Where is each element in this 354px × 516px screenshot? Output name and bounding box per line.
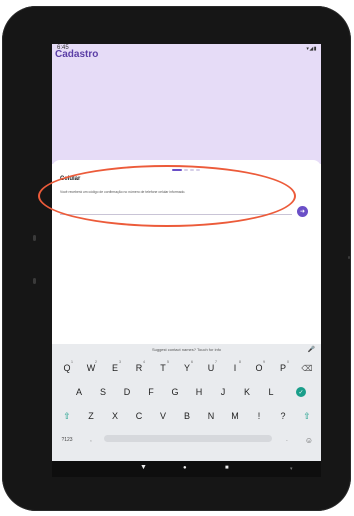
- key-i[interactable]: I8: [226, 359, 244, 377]
- keyboard-row-4: ?123 , . ☺: [52, 431, 321, 449]
- arrow-right-icon: ➜: [299, 209, 306, 215]
- comma-key[interactable]: ,: [82, 431, 100, 449]
- key-j[interactable]: J: [214, 383, 232, 401]
- status-bar: 6:45 ▾◢▮: [52, 44, 321, 56]
- key-z[interactable]: Z: [82, 407, 100, 425]
- emoji-key[interactable]: ☺: [300, 431, 318, 449]
- recents-icon[interactable]: ■: [225, 465, 229, 471]
- android-nav-bar: ▼ ● ■ ▾: [52, 461, 321, 477]
- emoji-icon: ☺: [304, 435, 314, 445]
- device-button: [33, 278, 36, 284]
- key-q[interactable]: Q1: [58, 359, 76, 377]
- enter-key[interactable]: ✓: [292, 383, 310, 401]
- keyboard-row-3: ⇧ Z X C V B N M ! ? ⇧: [52, 407, 321, 425]
- key-l[interactable]: L: [262, 383, 280, 401]
- backspace-icon: ⌫: [301, 363, 313, 373]
- highlight-ellipse-annotation: [38, 165, 296, 227]
- space-key[interactable]: [104, 435, 272, 442]
- key-p[interactable]: P0: [274, 359, 292, 377]
- device-button: [33, 235, 36, 241]
- key-o[interactable]: O9: [250, 359, 268, 377]
- keyboard-row-1: Q1 W2 E3 R4 T5 Y6 U7 I8 O9 P0 ⌫: [52, 359, 321, 377]
- on-screen-keyboard: Suggest contact names? Touch for info 🎤 …: [52, 344, 321, 461]
- next-button[interactable]: ➜: [297, 206, 308, 217]
- shift-icon: ⇧: [63, 410, 71, 421]
- key-n[interactable]: N: [202, 407, 220, 425]
- checkmark-icon: ✓: [296, 387, 306, 397]
- key-s[interactable]: S: [94, 383, 112, 401]
- shift-key-left[interactable]: ⇧: [58, 407, 76, 425]
- app-header: Cadastro: [52, 44, 321, 164]
- key-b[interactable]: B: [178, 407, 196, 425]
- device-screen: Cadastro 6:45 ▾◢▮ Celular Você receberá …: [52, 44, 321, 477]
- symbols-key[interactable]: ?123: [56, 431, 78, 449]
- microphone-icon[interactable]: 🎤: [308, 346, 315, 353]
- system-status-icons: ▾◢▮: [306, 46, 317, 52]
- key-m[interactable]: M: [226, 407, 244, 425]
- key-u[interactable]: U7: [202, 359, 220, 377]
- keyboard-row-2: A S D F G H J K L ✓: [52, 383, 321, 401]
- key-t[interactable]: T5: [154, 359, 172, 377]
- shift-icon: ⇧: [303, 410, 311, 421]
- backspace-key[interactable]: ⌫: [298, 359, 316, 377]
- key-question[interactable]: ?: [274, 407, 292, 425]
- key-v[interactable]: V: [154, 407, 172, 425]
- key-e[interactable]: E3: [106, 359, 124, 377]
- key-x[interactable]: X: [106, 407, 124, 425]
- key-y[interactable]: Y6: [178, 359, 196, 377]
- key-f[interactable]: F: [142, 383, 160, 401]
- key-c[interactable]: C: [130, 407, 148, 425]
- key-exclamation[interactable]: !: [250, 407, 268, 425]
- back-icon[interactable]: ▼: [140, 464, 147, 471]
- key-r[interactable]: R4: [130, 359, 148, 377]
- period-key[interactable]: .: [278, 431, 296, 449]
- home-icon[interactable]: ●: [183, 465, 187, 471]
- shift-key-right[interactable]: ⇧: [298, 407, 316, 425]
- key-a[interactable]: A: [70, 383, 88, 401]
- key-k[interactable]: K: [238, 383, 256, 401]
- key-g[interactable]: G: [166, 383, 184, 401]
- device-sensor: [348, 256, 350, 259]
- suggestion-text: Suggest contact names? Touch for info: [151, 347, 222, 352]
- keyboard-suggestion-bar[interactable]: Suggest contact names? Touch for info 🎤: [52, 344, 321, 356]
- key-d[interactable]: D: [118, 383, 136, 401]
- keyboard-hide-icon[interactable]: ▾: [290, 466, 293, 472]
- status-time: 6:45: [57, 45, 69, 51]
- key-h[interactable]: H: [190, 383, 208, 401]
- key-w[interactable]: W2: [82, 359, 100, 377]
